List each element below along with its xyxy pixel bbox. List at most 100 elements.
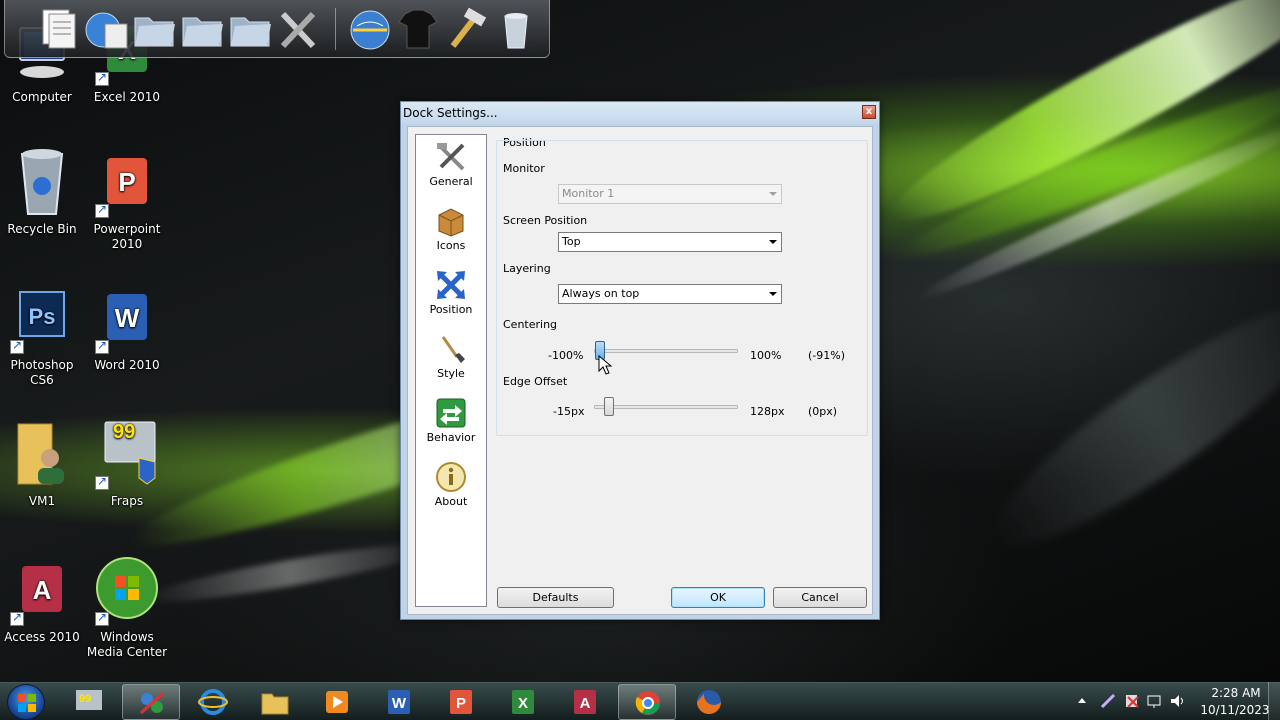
centering-label: Centering bbox=[503, 318, 558, 331]
show-desktop-button[interactable] bbox=[1268, 682, 1280, 720]
edge-offset-slider-track[interactable] bbox=[594, 405, 738, 409]
nav-item-icons[interactable]: Icons bbox=[416, 201, 486, 261]
media-center-icon bbox=[91, 554, 163, 626]
desktop-icon-media-center[interactable]: Windows Media Center bbox=[85, 554, 169, 660]
taskbar-app-explorer[interactable] bbox=[246, 684, 304, 720]
photoshop-icon: Ps bbox=[6, 282, 78, 354]
taskbar-app-media-player[interactable] bbox=[308, 684, 366, 720]
close-button[interactable]: x bbox=[862, 105, 876, 119]
desktop-icon-vm1[interactable]: VM1 bbox=[0, 418, 84, 509]
media-player-icon bbox=[322, 688, 352, 716]
taskbar-app-access[interactable]: A bbox=[556, 684, 614, 720]
centering-slider-track[interactable] bbox=[594, 349, 738, 353]
hammer-icon[interactable] bbox=[443, 6, 489, 52]
desktop-icon-photoshop[interactable]: Ps Photoshop CS6 bbox=[0, 282, 84, 388]
svg-text:W: W bbox=[392, 695, 407, 712]
svg-text:Ps: Ps bbox=[29, 304, 56, 329]
screen-position-select[interactable]: Top bbox=[558, 232, 782, 252]
windows-logo-icon bbox=[18, 694, 36, 712]
screen-position-value: Top bbox=[562, 235, 581, 248]
nav-item-position[interactable]: Position bbox=[416, 265, 486, 325]
access-icon: A bbox=[6, 554, 78, 626]
chrome-icon bbox=[633, 689, 663, 717]
taskbar: 99 W P X A bbox=[0, 682, 1280, 720]
cancel-button[interactable]: Cancel bbox=[773, 587, 867, 608]
taskbar-app-powerpoint[interactable]: P bbox=[432, 684, 490, 720]
edge-offset-max-label: 128px bbox=[750, 405, 785, 418]
firefox-icon bbox=[694, 688, 724, 716]
dialog-titlebar[interactable]: Dock Settings... x bbox=[401, 102, 879, 124]
nav-item-about[interactable]: About bbox=[416, 457, 486, 517]
fraps-icon: 99 bbox=[74, 688, 104, 716]
taskbar-app-ie[interactable] bbox=[184, 684, 242, 720]
desktop-icon-label: Computer bbox=[12, 90, 72, 104]
tshirt-icon[interactable] bbox=[395, 6, 441, 52]
flag-icon[interactable] bbox=[1123, 692, 1141, 710]
svg-text:99: 99 bbox=[79, 693, 91, 705]
nav-item-label: About bbox=[434, 495, 468, 508]
shortcut-arrow-icon bbox=[95, 338, 109, 354]
powerpoint-icon: P bbox=[446, 688, 476, 716]
info-icon bbox=[435, 461, 467, 493]
edge-offset-min-label: -15px bbox=[553, 405, 585, 418]
nav-item-style[interactable]: Style bbox=[416, 329, 486, 389]
svg-text:P: P bbox=[118, 167, 135, 197]
ok-button[interactable]: OK bbox=[671, 587, 765, 608]
ie-icon bbox=[198, 688, 228, 716]
access-icon: A bbox=[570, 688, 600, 716]
taskbar-app-excel[interactable]: X bbox=[494, 684, 552, 720]
web-icon[interactable] bbox=[83, 6, 129, 52]
svg-text:P: P bbox=[456, 695, 466, 712]
powerpoint-icon: P bbox=[91, 146, 163, 218]
taskbar-app-fraps[interactable]: 99 bbox=[60, 684, 118, 720]
network-status-icon[interactable] bbox=[1146, 692, 1164, 710]
taskbar-app-word[interactable]: W bbox=[370, 684, 428, 720]
desktop-icon-word[interactable]: W Word 2010 bbox=[85, 282, 169, 373]
documents-icon[interactable] bbox=[35, 6, 81, 52]
chevron-down-icon bbox=[769, 240, 777, 244]
defaults-button[interactable]: Defaults bbox=[497, 587, 614, 608]
trash-icon[interactable] bbox=[493, 6, 539, 52]
settings-nav: General Icons Position Style Behavior Ab… bbox=[415, 134, 487, 607]
tray-expand-icon[interactable] bbox=[1076, 694, 1088, 706]
volume-icon[interactable] bbox=[1169, 692, 1187, 710]
dialog-body: General Icons Position Style Behavior Ab… bbox=[407, 126, 873, 615]
layering-select[interactable]: Always on top bbox=[558, 284, 782, 304]
desktop-icon-label: Excel 2010 bbox=[93, 90, 161, 104]
svg-text:99: 99 bbox=[113, 421, 135, 443]
dock-bar bbox=[4, 0, 550, 58]
folder-icon[interactable] bbox=[227, 6, 273, 52]
taskbar-app-chrome[interactable] bbox=[618, 684, 676, 720]
dialog-title: Dock Settings... bbox=[403, 106, 498, 120]
svg-text:X: X bbox=[518, 695, 528, 712]
shortcut-arrow-icon bbox=[10, 610, 24, 626]
folder-icon[interactable] bbox=[179, 6, 225, 52]
desktop-icon-fraps[interactable]: 99 Fraps bbox=[85, 418, 169, 509]
tools-icon bbox=[435, 141, 467, 173]
desktop-icon-label: Access 2010 bbox=[4, 630, 80, 644]
shortcut-arrow-icon bbox=[10, 338, 24, 354]
chevron-down-icon bbox=[769, 192, 777, 196]
nav-item-general[interactable]: General bbox=[416, 137, 486, 197]
clock-time[interactable]: 2:28 AM bbox=[1201, 686, 1271, 700]
globe-icon[interactable] bbox=[347, 6, 393, 52]
shortcut-arrow-icon bbox=[95, 474, 109, 490]
wallpaper-streak bbox=[140, 534, 440, 612]
tools-icon[interactable] bbox=[275, 6, 321, 52]
clock-date[interactable]: 10/11/2023 bbox=[1198, 703, 1272, 717]
shortcut-arrow-icon bbox=[95, 610, 109, 626]
shortcut-arrow-icon bbox=[95, 70, 109, 86]
desktop-icon-access[interactable]: A Access 2010 bbox=[0, 554, 84, 645]
desktop-icon-label: Fraps bbox=[110, 494, 144, 508]
nav-item-behavior[interactable]: Behavior bbox=[416, 393, 486, 453]
folder-icon[interactable] bbox=[131, 6, 177, 52]
screen-position-label: Screen Position bbox=[503, 214, 588, 227]
pen-icon[interactable] bbox=[1099, 692, 1117, 710]
start-button[interactable] bbox=[7, 684, 45, 720]
taskbar-app-firefox[interactable] bbox=[680, 684, 738, 720]
network-icon bbox=[137, 689, 167, 717]
desktop-icon-recycle-bin[interactable]: Recycle Bin bbox=[0, 146, 84, 237]
desktop-icon-powerpoint[interactable]: P Powerpoint 2010 bbox=[85, 146, 169, 252]
taskbar-app-network[interactable] bbox=[122, 684, 180, 720]
edge-offset-slider-thumb[interactable] bbox=[604, 397, 615, 416]
